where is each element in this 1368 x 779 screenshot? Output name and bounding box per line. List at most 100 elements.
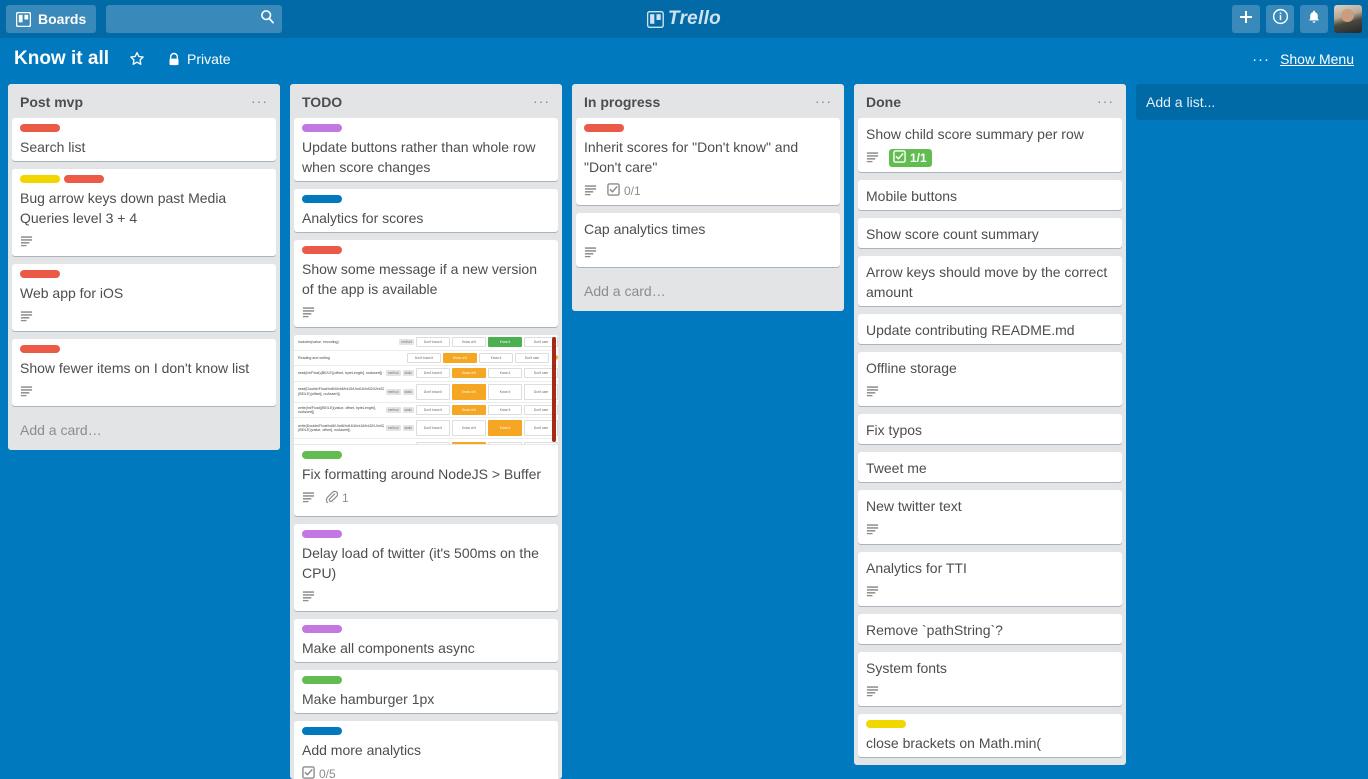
- card[interactable]: Show child score summary per row 1/1: [858, 118, 1122, 172]
- board-more-options-icon[interactable]: ···: [1252, 51, 1270, 68]
- card-label[interactable]: [302, 451, 342, 459]
- cover-tag: method: [385, 425, 401, 432]
- card[interactable]: Update contributing README.md: [858, 314, 1122, 344]
- list-header[interactable]: In progress ···: [576, 84, 840, 118]
- card-label[interactable]: [302, 124, 342, 132]
- card-description-badge: [866, 522, 879, 538]
- card-label[interactable]: [20, 124, 60, 132]
- cover-table-row: includes(value, encoding) method Don't kn…: [294, 335, 558, 351]
- card-label[interactable]: [302, 530, 342, 538]
- cover-score-button: Don't care: [515, 352, 549, 363]
- list-menu-icon[interactable]: ···: [251, 94, 268, 108]
- list-title: TODO: [302, 94, 343, 110]
- card[interactable]: Mobile buttons: [858, 180, 1122, 210]
- cover-row-name: write(Int/Float)(BE/LE)(value, offset, b…: [298, 405, 376, 415]
- cover-row-name: read(Int/Float)(BE/LE)(offset, byteLengt…: [298, 371, 383, 376]
- cover-tag: static: [402, 425, 414, 432]
- cover-score-button: Know it: [488, 368, 522, 379]
- card[interactable]: Show score count summary: [858, 218, 1122, 248]
- card[interactable]: Add more analytics 0/5: [294, 721, 558, 779]
- card[interactable]: Delay load of twitter (it's 500ms on the…: [294, 524, 558, 611]
- trello-logo[interactable]: Trello: [646, 8, 721, 30]
- card[interactable]: Cap analytics times: [576, 213, 840, 267]
- avatar[interactable]: [1334, 5, 1362, 33]
- add-card-button[interactable]: Add a card…: [12, 414, 276, 450]
- board-icon: [16, 11, 31, 27]
- list-menu-icon[interactable]: ···: [1097, 94, 1114, 108]
- cover-score-button: Know it: [488, 337, 522, 348]
- list-column: Post mvp ··· Search list Bug arrow keys …: [8, 84, 280, 450]
- list-header[interactable]: Post mvp ···: [12, 84, 276, 118]
- card-label[interactable]: [20, 270, 60, 278]
- card[interactable]: includes(value, encoding) method Don't kn…: [294, 335, 558, 516]
- show-menu-link[interactable]: Show Menu: [1280, 51, 1354, 67]
- card[interactable]: Make all components async: [294, 619, 558, 662]
- checklist-count: 1/1: [910, 151, 927, 165]
- card-label[interactable]: [302, 625, 342, 633]
- bell-icon: [1306, 9, 1322, 30]
- top-navigation-bar: Boards Trello: [0, 0, 1368, 38]
- card-description-badge: [302, 490, 315, 506]
- star-board-button[interactable]: [123, 48, 157, 70]
- card[interactable]: Web app for iOS: [12, 264, 276, 331]
- card-label[interactable]: [584, 124, 624, 132]
- cover-score-button: Know of it: [452, 441, 486, 444]
- card-label[interactable]: [302, 727, 342, 735]
- card-labels: [302, 530, 550, 538]
- card[interactable]: Remove `pathString`?: [858, 614, 1122, 644]
- card[interactable]: Analytics for scores: [294, 189, 558, 232]
- nav-right-actions: [1232, 5, 1362, 33]
- list-menu-icon[interactable]: ···: [815, 94, 832, 108]
- card-labels: [302, 625, 550, 633]
- description-icon: [20, 309, 33, 325]
- card-label[interactable]: [20, 345, 60, 353]
- card[interactable]: Show some message if a new version of th…: [294, 240, 558, 327]
- card-title: New twitter text: [866, 498, 962, 514]
- card[interactable]: Inherit scores for "Don't know" and "Don…: [576, 118, 840, 205]
- add-list-button[interactable]: Add a list...: [1136, 84, 1368, 120]
- search-box[interactable]: [106, 5, 283, 33]
- info-button[interactable]: [1266, 5, 1294, 33]
- list-menu-icon[interactable]: ···: [533, 94, 550, 108]
- list-header[interactable]: TODO ···: [294, 84, 558, 118]
- card[interactable]: Fix typos: [858, 414, 1122, 444]
- add-button[interactable]: [1232, 5, 1260, 33]
- card[interactable]: Make hamburger 1px: [294, 670, 558, 713]
- card[interactable]: Search list: [12, 118, 276, 161]
- card-title: Show some message if a new version of th…: [302, 261, 537, 297]
- list-header[interactable]: Done ···: [858, 84, 1122, 118]
- card[interactable]: Update buttons rather than whole row whe…: [294, 118, 558, 181]
- cover-tag: method: [385, 407, 401, 414]
- card-label[interactable]: [866, 720, 906, 728]
- card[interactable]: Analytics for TTI: [858, 552, 1122, 606]
- card-label[interactable]: [302, 246, 342, 254]
- search-input[interactable]: [106, 5, 283, 33]
- card-cover-image[interactable]: includes(value, encoding) method Don't kn…: [294, 335, 558, 445]
- add-card-button[interactable]: Add a card…: [576, 275, 840, 311]
- card-label[interactable]: [20, 175, 60, 183]
- card-label[interactable]: [302, 676, 342, 684]
- search-icon: [260, 9, 275, 29]
- description-icon: [302, 305, 315, 321]
- card[interactable]: New twitter text: [858, 490, 1122, 544]
- card[interactable]: Show fewer items on I don't know list: [12, 339, 276, 406]
- card-label[interactable]: [302, 195, 342, 203]
- checklist-count: 0/1: [624, 184, 641, 198]
- board-header-right: ··· Show Menu: [1252, 51, 1354, 68]
- card[interactable]: close brackets on Math.min(: [858, 714, 1122, 757]
- notifications-button[interactable]: [1300, 5, 1328, 33]
- card[interactable]: Bug arrow keys down past Media Queries l…: [12, 169, 276, 256]
- card[interactable]: Tweet me: [858, 452, 1122, 482]
- card[interactable]: System fonts: [858, 652, 1122, 706]
- card[interactable]: Offline storage: [858, 352, 1122, 406]
- cover-table-row: read(Int/Float)(BE/LE)(offset, byteLengt…: [294, 366, 558, 382]
- card-description-badge: [20, 309, 33, 325]
- card-title: Inherit scores for "Don't know" and "Don…: [584, 139, 799, 175]
- card[interactable]: Arrow keys should move by the correct am…: [858, 256, 1122, 306]
- boards-button[interactable]: Boards: [6, 5, 97, 33]
- description-icon: [584, 183, 597, 199]
- card-label[interactable]: [64, 175, 104, 183]
- cover-tag: static: [402, 407, 414, 414]
- board-visibility-button[interactable]: Private: [161, 48, 237, 70]
- card-description-badge: [866, 684, 879, 700]
